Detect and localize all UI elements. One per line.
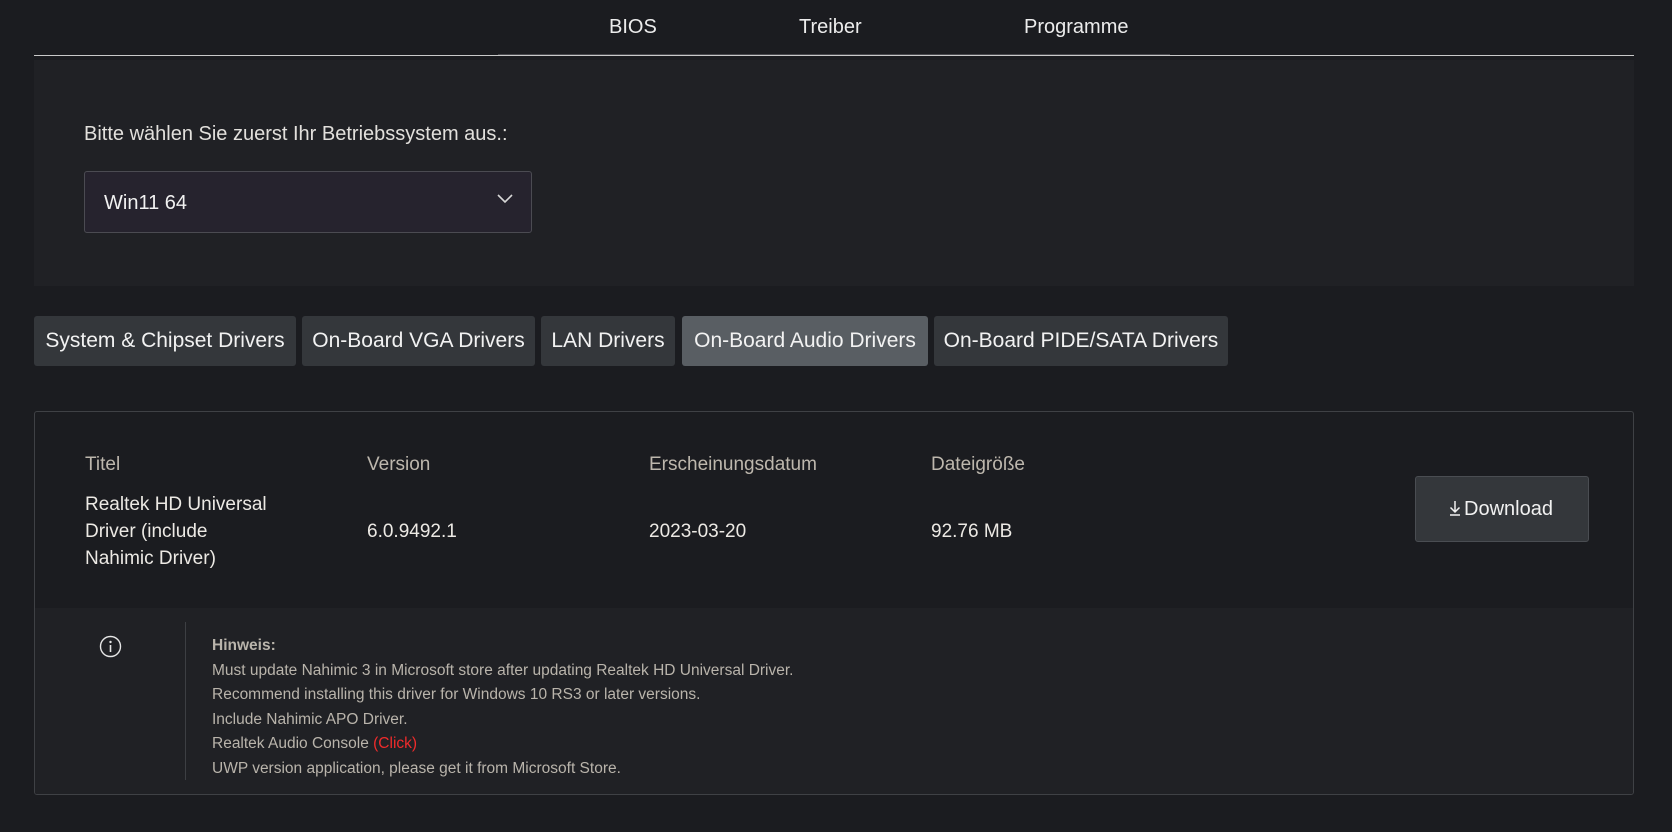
console-text: Realtek Audio Console xyxy=(212,735,374,752)
download-button[interactable]: Download xyxy=(1415,476,1589,542)
note-text: Hinweis: Must update Nahimic 3 in Micros… xyxy=(212,634,794,781)
tab-bios[interactable]: BIOS xyxy=(609,16,657,39)
note-line: Include Nahimic APO Driver. xyxy=(212,710,408,728)
driver-release-date: 2023-03-20 xyxy=(649,521,747,542)
os-selected-value: Win11 64 xyxy=(104,192,188,214)
note-divider xyxy=(185,622,186,780)
driver-file-size: 92.76 MB xyxy=(931,521,1013,542)
download-button-content: Download xyxy=(1448,498,1553,521)
note-title: Hinweis: xyxy=(212,637,276,654)
driver-title-line: Nahimic Driver) xyxy=(85,548,216,569)
column-header-title: Titel xyxy=(85,454,121,475)
category-tab-lan[interactable]: LAN Drivers xyxy=(541,316,675,366)
os-select-dropdown[interactable]: Win11 64 xyxy=(84,171,532,233)
note-line-console: Realtek Audio Console (Click) xyxy=(212,732,794,757)
driver-title-line: Realtek HD Universal xyxy=(85,494,267,515)
note-line: UWP version application, please get it f… xyxy=(212,759,621,777)
driver-title-line: Driver (include xyxy=(85,521,208,542)
column-header-date: Erscheinungsdatum xyxy=(649,454,817,475)
download-label: Download xyxy=(1464,498,1553,520)
top-navigation: BIOS Treiber Programme xyxy=(34,0,1634,56)
category-tab-system-chipset[interactable]: System & Chipset Drivers xyxy=(34,316,296,366)
note-line: Must update Nahimic 3 in Microsoft store… xyxy=(212,661,794,679)
tab-programme[interactable]: Programme xyxy=(1024,16,1128,39)
tab-treiber[interactable]: Treiber xyxy=(799,16,862,39)
column-header-size: Dateigröße xyxy=(931,454,1025,475)
chevron-down-icon xyxy=(497,194,513,204)
category-tab-onboard-audio[interactable]: On-Board Audio Drivers xyxy=(682,316,928,366)
note-line: Recommend installing this driver for Win… xyxy=(212,686,701,703)
driver-card: Titel Version Erscheinungsdatum Dateigrö… xyxy=(34,411,1634,795)
os-selection-panel: Bitte wählen Sie zuerst Ihr Betriebssyst… xyxy=(34,60,1634,286)
category-tab-onboard-vga[interactable]: On-Board VGA Drivers xyxy=(302,316,535,366)
driver-title: Realtek HD Universal Driver (include Nah… xyxy=(85,491,267,572)
driver-note: Hinweis: Must update Nahimic 3 in Micros… xyxy=(35,608,1633,794)
os-selection-prompt: Bitte wählen Sie zuerst Ihr Betriebssyst… xyxy=(84,123,508,145)
top-tabs-underline: BIOS Treiber Programme xyxy=(498,0,1170,55)
category-tab-onboard-pide-sata[interactable]: On-Board PIDE/SATA Drivers xyxy=(934,316,1228,366)
realtek-audio-console-link[interactable]: (Click) xyxy=(373,735,417,752)
driver-version: 6.0.9492.1 xyxy=(367,521,457,542)
column-header-version: Version xyxy=(367,454,431,475)
download-arrow-icon xyxy=(1449,501,1461,516)
info-icon xyxy=(99,635,122,658)
